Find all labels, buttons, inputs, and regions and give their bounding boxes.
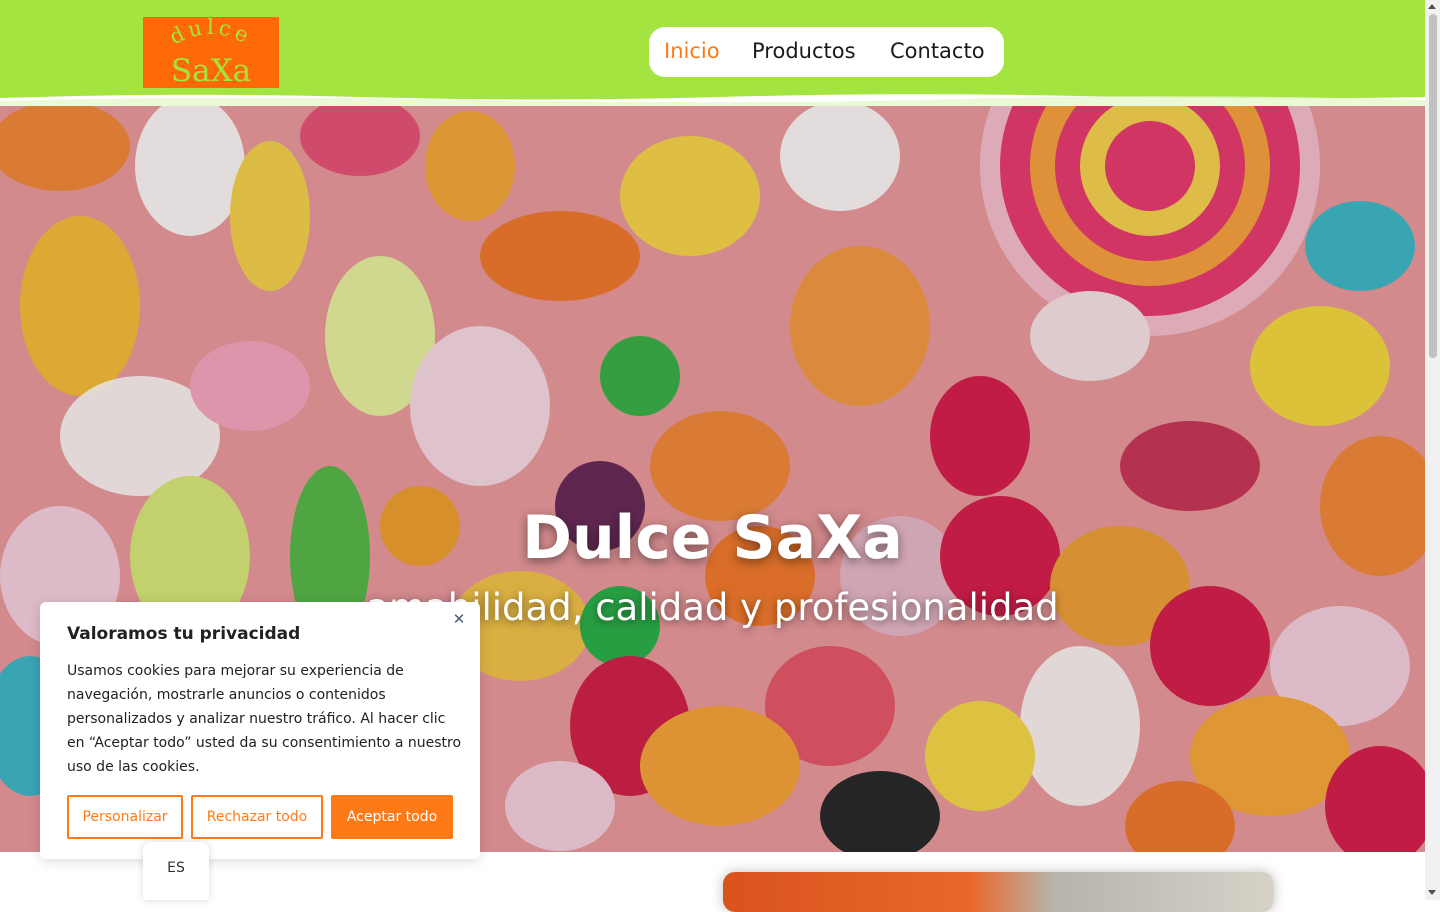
nav-item-inicio[interactable]: Inicio: [664, 39, 720, 63]
header-wave: [0, 94, 1425, 106]
scroll-up-icon[interactable]: [1428, 4, 1436, 9]
cookie-consent-banner: ✕ Valoramos tu privacidad Usamos cookies…: [40, 602, 480, 859]
site-logo[interactable]: dulce SaXa: [143, 17, 279, 88]
svg-text:dulce: dulce: [166, 17, 256, 49]
language-switcher[interactable]: ES: [143, 842, 209, 900]
customize-button[interactable]: Personalizar: [67, 795, 183, 839]
hero-title: Dulce SaXa: [522, 503, 903, 573]
reject-all-button[interactable]: Rechazar todo: [191, 795, 323, 839]
featured-image: [723, 872, 1274, 912]
cookie-title: Valoramos tu privacidad: [67, 624, 301, 644]
nav-item-contacto[interactable]: Contacto: [890, 39, 985, 63]
page-scrollbar[interactable]: [1425, 0, 1440, 900]
cookie-description: Usamos cookies para mejorar su experienc…: [67, 663, 462, 775]
scrollbar-thumb[interactable]: [1429, 14, 1437, 358]
logo-line1: dulce: [166, 17, 252, 49]
logo-mark: dulce SaXa: [166, 17, 256, 88]
close-icon[interactable]: ✕: [452, 612, 466, 627]
accept-all-button[interactable]: Aceptar todo: [331, 795, 453, 839]
scroll-down-icon[interactable]: [1428, 890, 1436, 895]
logo-line2: SaXa: [171, 53, 251, 88]
nav-item-productos[interactable]: Productos: [752, 39, 856, 63]
main-nav: Inicio Productos Contacto: [649, 27, 1004, 77]
site-header: dulce SaXa Inicio Productos Contacto: [0, 0, 1425, 106]
